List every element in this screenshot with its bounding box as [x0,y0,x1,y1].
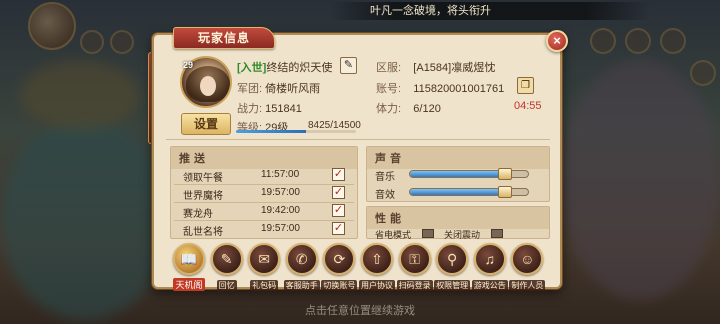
announcement-button[interactable]: ♫ 游戏公告 [471,243,508,293]
memory-icon: ✎ [210,243,243,275]
stamina-timer: 04:55 [514,100,542,112]
credits-button[interactable]: ☺ 制作人员 [509,243,546,293]
gift-code-label: 礼包码 [250,280,279,291]
push-row-checkbox[interactable]: ✓ [332,222,345,235]
account-value: 115820001001761 [413,83,505,95]
power-line: 战力: 151841 [237,100,302,116]
power-value: 151841 [265,103,302,115]
announcement-label: 游戏公告 [471,280,508,291]
settings-button[interactable]: 设置 [181,113,231,135]
push-row-name: 世界魔将 [183,191,223,202]
notice-icon: ♫ [473,243,506,275]
power-saving-toggle[interactable] [422,229,434,238]
account-line: 账号: 115820001001761 [376,80,504,96]
push-row-name: 乱世名将 [183,227,223,238]
avatar-face [200,76,216,96]
performance-section-title: 性能 [367,207,549,229]
sound-section-title: 声音 [367,147,549,169]
power-saving-label: 省电模式 [375,230,412,240]
music-label: 音乐 [375,172,395,183]
sfx-slider-fill [410,189,505,195]
push-row-name: 领取午餐 [183,173,223,184]
edit-name-button[interactable]: ✎ [340,57,357,74]
continue-hint: 点击任意位置继续游戏 [305,305,415,317]
sfx-label: 音效 [375,190,395,201]
tianjige-button[interactable]: 📖 天机阁 [171,243,207,293]
player-name: 终结的炽天使 [266,62,333,74]
server-line: 区服: [A1584]凛威煜忱 [376,59,495,75]
stamina-label: 体力: [376,103,402,115]
push-row: 领取午餐 11:57:00 ✓ [171,167,357,184]
player-tag: [入世] [237,62,267,74]
music-slider-handle[interactable] [498,168,512,180]
scan-login-button[interactable]: ⚿ 扫码登录 [396,243,433,293]
power-label: 战力: [237,103,263,115]
close-button[interactable]: × [546,30,568,52]
push-row-checkbox[interactable]: ✓ [332,186,345,199]
memory-label: 回忆 [216,280,237,291]
push-row-checkbox[interactable]: ✓ [332,168,345,181]
push-row: 乱世名将 19:57:00 ✓ [171,221,357,238]
scan-login-label: 扫码登录 [396,280,433,291]
customer-service-button[interactable]: ✆ 客服助手 [283,243,320,293]
push-row: 世界魔将 19:57:00 ✓ [171,185,357,202]
permission-icon: ⚲ [436,243,469,275]
server-label: 区服: [376,62,402,74]
music-slider-fill [410,171,505,177]
user-agreement-button[interactable]: ⇧ 用户协议 [359,243,395,293]
scan-icon: ⚿ [398,243,431,275]
player-name-line: [入世]终结的炽天使 [237,59,332,75]
legion-line: 军团: 倚楼听风雨 [237,80,320,96]
legion-label: 军团: [237,83,263,95]
push-row-time: 11:57:00 [261,169,300,180]
stamina-line: 体力: 6/120 [376,100,441,116]
copy-account-button[interactable]: ❐ [517,77,534,94]
push-row-checkbox[interactable]: ✓ [332,204,345,217]
permissions-label: 权限管理 [434,280,471,291]
exp-bar-fill [236,130,306,133]
user-agreement-label: 用户协议 [359,280,395,291]
exp-bar [236,130,356,133]
switch-icon: ⟳ [323,243,356,275]
stamina-value: 6/120 [413,103,441,115]
push-row-time: 19:42:00 [261,205,300,216]
credits-icon: ☺ [511,243,544,275]
credits-label: 制作人员 [509,280,546,291]
push-row-time: 19:57:00 [261,223,300,234]
panel-divider [166,139,550,140]
vibration-label: 关闭震动 [444,230,481,240]
sfx-slider-handle[interactable] [498,186,512,198]
announcement-ticker: 叶凡一念破境，将头衔升 [330,2,650,20]
service-icon: ✆ [285,243,318,275]
memory-button[interactable]: ✎ 回忆 [209,243,245,293]
gift-icon: ✉ [248,243,281,275]
server-value: [A1584]凛威煜忱 [413,62,496,74]
permissions-button[interactable]: ⚲ 权限管理 [434,243,471,293]
panel-title: 玩家信息 [173,27,275,49]
vibration-toggle[interactable] [491,229,503,238]
agreement-icon: ⇧ [361,243,393,275]
account-label: 账号: [376,83,402,95]
push-row-time: 19:57:00 [261,187,300,198]
avatar-level-badge: 29 [183,60,194,70]
book-icon: 📖 [173,243,205,275]
push-row: 赛龙舟 19:42:00 ✓ [171,203,357,220]
switch-account-button[interactable]: ⟳ 切换账号 [321,243,358,293]
tianjige-label: 天机阁 [173,278,205,291]
push-section-title: 推送 [171,147,357,169]
push-row-name: 赛龙舟 [183,209,213,220]
customer-service-label: 客服助手 [283,280,320,291]
switch-account-label: 切换账号 [321,280,358,291]
legion-value: 倚楼听风雨 [265,83,321,95]
gift-code-button[interactable]: ✉ 礼包码 [246,243,282,293]
